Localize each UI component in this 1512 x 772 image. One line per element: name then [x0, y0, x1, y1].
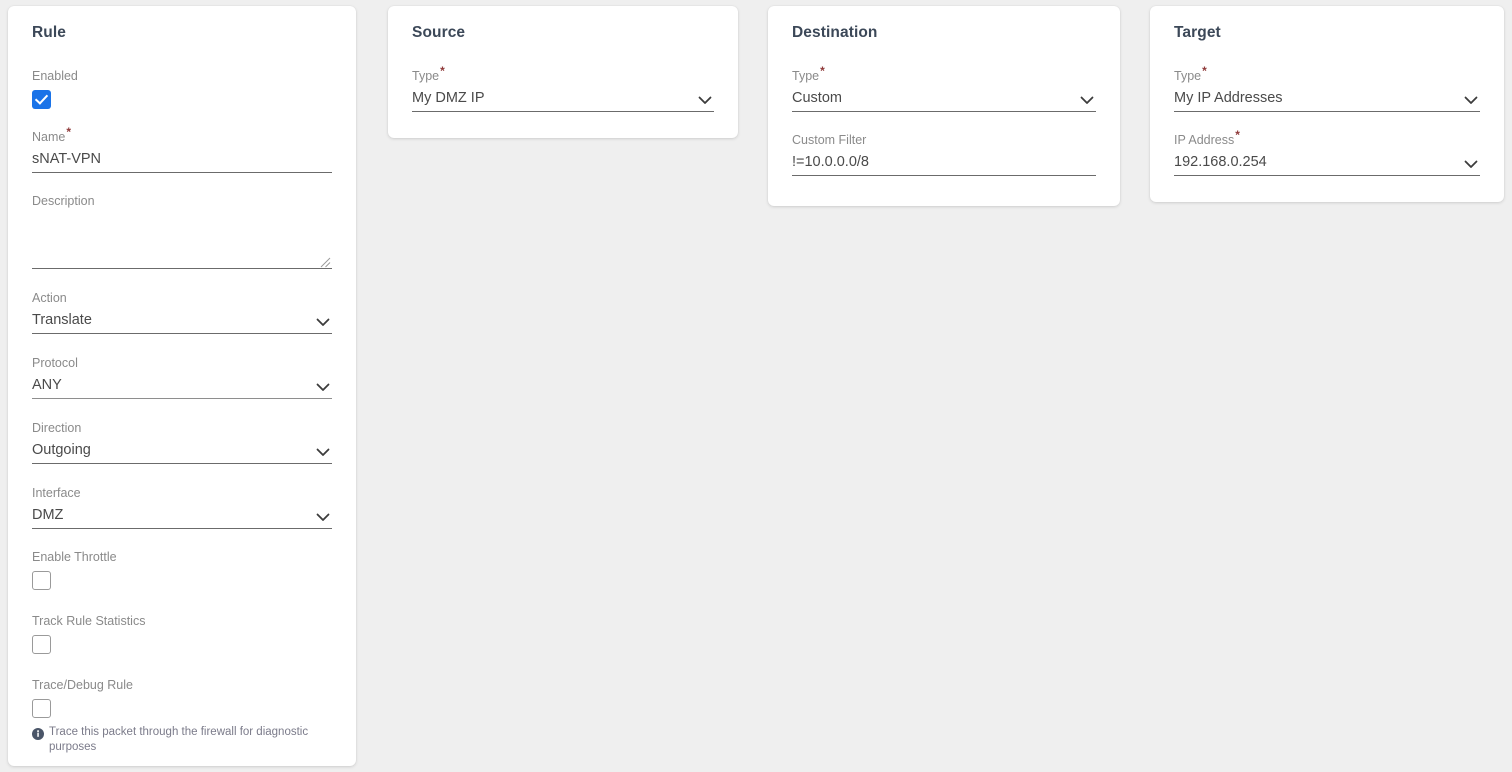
field-direction: Direction Outgoing [32, 421, 332, 464]
field-track-rule-statistics-label: Track Rule Statistics [32, 614, 146, 628]
protocol-select[interactable]: ANY [32, 371, 332, 399]
required-asterisk: * [1235, 127, 1240, 142]
interface-select[interactable]: DMZ [32, 501, 332, 529]
field-direction-label: Direction [32, 421, 82, 435]
rule-card: Rule Enabled Name* sNAT-VPN Description [8, 6, 356, 766]
enable-throttle-checkbox[interactable] [32, 571, 51, 590]
action-select[interactable]: Translate [32, 306, 332, 334]
field-custom-filter: Custom Filter !=10.0.0.0/8 [792, 133, 1096, 176]
field-track-rule-statistics: Track Rule Statistics [32, 614, 332, 654]
field-source-type: Type* My DMZ IP [412, 63, 714, 112]
field-name: Name* sNAT-VPN [32, 124, 332, 173]
name-input[interactable]: sNAT-VPN [32, 145, 332, 173]
trace-debug-rule-checkbox[interactable] [32, 699, 51, 718]
field-action: Action Translate [32, 291, 332, 334]
target-card: Target Type* My IP Addresses IP Address*… [1150, 6, 1504, 202]
target-ip-address-select[interactable]: 192.168.0.254 [1174, 148, 1480, 176]
form-canvas: Rule Enabled Name* sNAT-VPN Description [0, 0, 1512, 772]
field-destination-type: Type* Custom [792, 63, 1096, 112]
info-icon [32, 727, 44, 740]
field-target-ip-address: IP Address* 192.168.0.254 [1174, 127, 1480, 176]
target-type-select[interactable]: My IP Addresses [1174, 84, 1480, 112]
target-card-title: Target [1174, 24, 1221, 41]
field-interface: Interface DMZ [32, 486, 332, 529]
enabled-checkbox[interactable] [32, 90, 51, 109]
source-card: Source Type* My DMZ IP [388, 6, 738, 138]
required-asterisk: * [440, 63, 445, 78]
field-description-label: Description [32, 194, 95, 208]
field-interface-label: Interface [32, 486, 81, 500]
field-name-label: Name* [32, 124, 72, 144]
source-card-title: Source [412, 24, 466, 41]
field-action-label: Action [32, 291, 67, 305]
trace-debug-hint: Trace this packet through the firewall f… [32, 725, 332, 755]
field-protocol-label: Protocol [32, 356, 78, 370]
required-asterisk: * [820, 63, 825, 78]
source-type-select[interactable]: My DMZ IP [412, 84, 714, 112]
track-rule-statistics-checkbox[interactable] [32, 635, 51, 654]
required-asterisk: * [1202, 63, 1207, 78]
description-textarea[interactable] [32, 209, 332, 269]
required-asterisk: * [66, 124, 72, 139]
direction-select[interactable]: Outgoing [32, 436, 332, 464]
field-enabled: Enabled [32, 69, 332, 109]
field-target-type: Type* My IP Addresses [1174, 63, 1480, 112]
field-protocol: Protocol ANY [32, 356, 332, 399]
field-enable-throttle-label: Enable Throttle [32, 550, 117, 564]
destination-card: Destination Type* Custom Custom Filter !… [768, 6, 1120, 206]
field-description: Description [32, 194, 332, 269]
rule-card-title: Rule [32, 24, 66, 41]
field-enable-throttle: Enable Throttle [32, 550, 332, 590]
field-destination-type-label: Type* [792, 63, 825, 83]
field-target-type-label: Type* [1174, 63, 1207, 83]
field-custom-filter-label: Custom Filter [792, 133, 867, 147]
field-trace-debug-rule: Trace/Debug Rule Trace this packet throu… [32, 678, 332, 755]
field-trace-debug-rule-label: Trace/Debug Rule [32, 678, 133, 692]
destination-type-select[interactable]: Custom [792, 84, 1096, 112]
destination-card-title: Destination [792, 24, 878, 41]
custom-filter-input[interactable]: !=10.0.0.0/8 [792, 148, 1096, 176]
field-source-type-label: Type* [412, 63, 445, 83]
trace-debug-hint-text: Trace this packet through the firewall f… [49, 726, 309, 753]
resize-grip-icon[interactable] [320, 255, 331, 268]
field-target-ip-address-label: IP Address* [1174, 127, 1240, 147]
field-enabled-label: Enabled [32, 69, 78, 83]
